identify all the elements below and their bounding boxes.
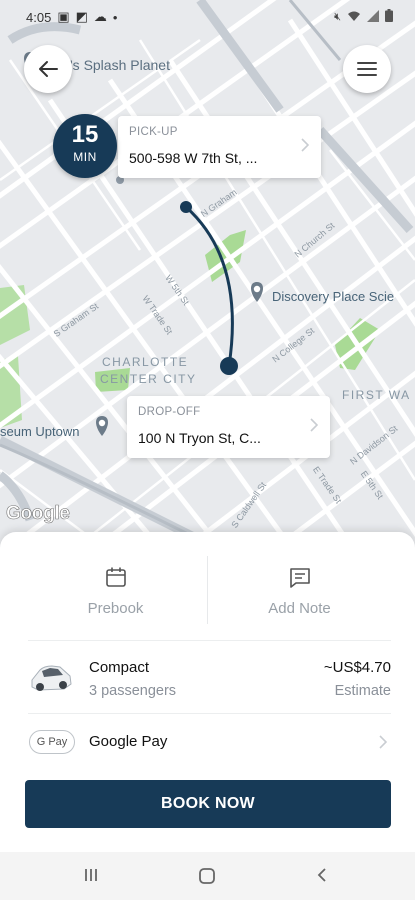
status-bar: 4:05 ▣ ◩ ☁ • 🔇︎ [0,0,415,34]
chevron-right-icon [310,418,318,432]
book-now-button[interactable]: BOOK NOW [25,780,391,828]
vehicle-capacity: 3 passengers [89,683,177,699]
system-nav-bar [0,852,415,900]
image-icon: ◩ [75,9,88,24]
eta-badge: 15 MIN [53,114,117,178]
pickup-card[interactable]: PICK-UP 500-598 W 7th St, ... [118,116,321,178]
hamburger-icon [357,62,377,76]
map-label-center-city: CENTER CITY [100,372,197,386]
gallery-icon: ▣ [57,9,70,24]
google-pay-badge-text: G Pay [36,736,68,748]
pickup-label: PICK-UP [129,126,178,138]
add-note-button[interactable]: Add Note [208,532,391,640]
back-nav-icon[interactable] [315,866,329,884]
map-label-first-ward: FIRST WA [342,388,411,402]
dropoff-card[interactable]: DROP-OFF 100 N Tryon St, C... [127,396,330,458]
recent-apps-icon[interactable] [82,866,100,884]
map-label-splash-planet: 's Splash Planet [70,57,170,73]
map-label-charlotte: CHARLOTTE [102,355,189,369]
calendar-icon [105,567,126,587]
back-arrow-icon [39,61,58,77]
prebook-button[interactable]: Prebook [24,532,207,640]
price-note: Estimate [334,683,391,699]
eta-minutes: 15 [71,121,99,148]
chevron-right-icon [379,735,387,749]
mute-icon: 🔇︎ [334,10,341,23]
note-icon [289,568,310,588]
eta-unit: MIN [73,150,97,164]
back-button[interactable] [24,45,72,93]
dropoff-label: DROP-OFF [138,406,201,418]
price-estimate: ~US$4.70 [323,659,391,676]
home-icon[interactable] [197,866,217,886]
status-time: 4:05 [26,9,52,25]
payment-method: Google Pay [89,733,168,750]
dropoff-marker [220,357,238,375]
map-label-discovery-place: Discovery Place Scie [272,289,395,304]
cloud-icon: ☁ [93,9,107,24]
payment-row[interactable]: G Pay Google Pay [0,714,415,770]
divider [28,640,391,641]
chevron-right-icon [301,138,309,152]
pickup-address: 500-598 W 7th St, ... [129,150,258,166]
battery-icon [385,9,393,25]
booking-sheet: Prebook Add Note Compact 3 passengers ~U… [0,532,415,852]
map-label-museum: seum Uptown [0,424,80,439]
vehicle-name: Compact [89,659,150,676]
add-note-label: Add Note [268,600,331,617]
menu-button[interactable] [343,45,391,93]
google-logo: Google [6,503,71,525]
dropoff-address: 100 N Tryon St, C... [138,430,261,446]
wifi-icon [347,10,361,25]
vehicle-row[interactable]: Compact 3 passengers ~US$4.70 Estimate [0,642,415,712]
google-pay-badge: G Pay [29,730,75,754]
signal-icon [367,9,379,25]
car-icon [31,665,72,691]
dot-icon: • [112,9,118,25]
pickup-marker [180,201,192,213]
prebook-label: Prebook [87,600,144,617]
